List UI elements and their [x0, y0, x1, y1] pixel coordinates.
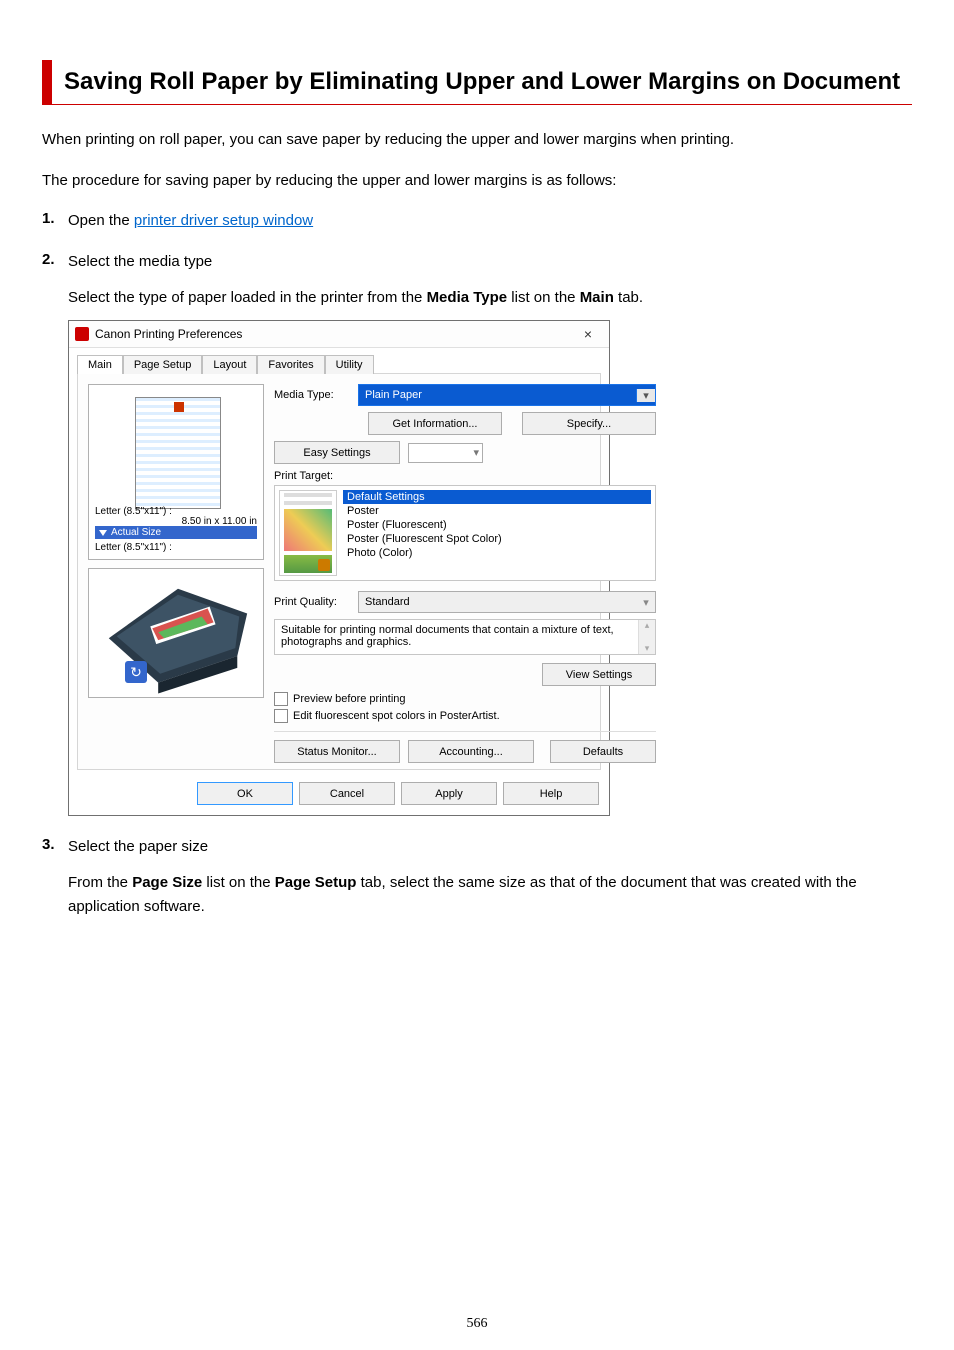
- arrow-down-icon: [99, 530, 107, 536]
- printing-preferences-dialog: Canon Printing Preferences × Main Page S…: [68, 320, 610, 816]
- accounting-button[interactable]: Accounting...: [408, 740, 534, 763]
- step-2-desc: Select the type of paper loaded in the p…: [68, 286, 912, 310]
- tab-utility[interactable]: Utility: [325, 355, 374, 374]
- target-thumbnail: [279, 490, 337, 576]
- ok-button[interactable]: OK: [197, 782, 293, 805]
- scrollbar[interactable]: ▴▾: [638, 620, 655, 654]
- tab-favorites[interactable]: Favorites: [257, 355, 324, 374]
- printer-driver-setup-link[interactable]: printer driver setup window: [134, 212, 313, 229]
- roll-refresh-icon[interactable]: ↻: [125, 661, 147, 683]
- app-icon: [75, 327, 89, 341]
- target-default-settings[interactable]: Default Settings: [343, 490, 651, 504]
- easy-settings-combo[interactable]: ▾: [408, 443, 483, 463]
- print-target-list[interactable]: Default Settings Poster Poster (Fluoresc…: [274, 485, 656, 581]
- tab-layout[interactable]: Layout: [202, 355, 257, 374]
- cancel-button[interactable]: Cancel: [299, 782, 395, 805]
- intro-text-2: The procedure for saving paper by reduci…: [42, 170, 912, 193]
- preview-color-swatch: [174, 402, 184, 412]
- print-quality-combo[interactable]: Standard ▾: [358, 591, 656, 613]
- media-type-value: Plain Paper: [359, 389, 636, 401]
- chevron-down-icon[interactable]: ▾: [636, 389, 655, 402]
- target-poster-fluorescent[interactable]: Poster (Fluorescent): [343, 518, 651, 532]
- dialog-titlebar: Canon Printing Preferences ×: [69, 321, 609, 348]
- step-1: Open the printer driver setup window: [68, 210, 912, 231]
- target-photo-color[interactable]: Photo (Color): [343, 546, 651, 560]
- get-information-button[interactable]: Get Information...: [368, 412, 502, 435]
- paper-preview-box: Letter (8.5"x11") : 8.50 in x 11.00 in A…: [88, 384, 264, 560]
- specify-button[interactable]: Specify...: [522, 412, 656, 435]
- dialog-tabs: Main Page Setup Layout Favorites Utility: [69, 348, 609, 373]
- apply-button[interactable]: Apply: [401, 782, 497, 805]
- paper-preview-sheet: [135, 397, 221, 509]
- print-quality-value: Standard: [359, 596, 637, 608]
- close-icon[interactable]: ×: [573, 323, 603, 345]
- view-settings-button[interactable]: View Settings: [542, 663, 656, 686]
- target-poster[interactable]: Poster: [343, 504, 651, 518]
- dialog-title: Canon Printing Preferences: [95, 327, 573, 341]
- print-quality-label: Print Quality:: [274, 596, 352, 608]
- step-1-prefix: Open the: [68, 212, 134, 229]
- tab-page-setup[interactable]: Page Setup: [123, 355, 203, 374]
- defaults-button[interactable]: Defaults: [550, 740, 656, 763]
- preview-size-label-2: Letter (8.5"x11") :: [95, 542, 172, 553]
- page-title: Saving Roll Paper by Eliminating Upper a…: [64, 66, 912, 98]
- preview-before-printing-check[interactable]: Preview before printing: [274, 692, 656, 706]
- step-3-desc: From the Page Size list on the Page Setu…: [68, 871, 912, 919]
- media-type-label: Media Type:: [274, 389, 352, 401]
- help-button[interactable]: Help: [503, 782, 599, 805]
- printer-illustration: ↻: [88, 568, 264, 698]
- description-box: Suitable for printing normal documents t…: [274, 619, 656, 655]
- checkbox-icon[interactable]: [274, 709, 288, 723]
- edit-fluorescent-check[interactable]: Edit fluorescent spot colors in PosterAr…: [274, 709, 656, 723]
- chevron-down-icon[interactable]: ▾: [637, 596, 655, 609]
- intro-text-1: When printing on roll paper, you can sav…: [42, 129, 912, 152]
- step-3-head: Select the paper size: [68, 836, 912, 857]
- status-monitor-button[interactable]: Status Monitor...: [274, 740, 400, 763]
- preview-actual-size: Actual Size: [95, 526, 257, 539]
- target-poster-fluorescent-spot[interactable]: Poster (Fluorescent Spot Color): [343, 532, 651, 546]
- easy-settings-button[interactable]: Easy Settings: [274, 441, 400, 464]
- checkbox-icon[interactable]: [274, 692, 288, 706]
- step-2-head: Select the media type: [68, 251, 912, 272]
- print-target-label: Print Target:: [274, 470, 656, 482]
- tab-main[interactable]: Main: [77, 355, 123, 374]
- page-number: 566: [0, 1316, 954, 1332]
- media-type-combo[interactable]: Plain Paper ▾: [358, 384, 656, 406]
- preview-size-label-1: Letter (8.5"x11") :: [95, 506, 172, 517]
